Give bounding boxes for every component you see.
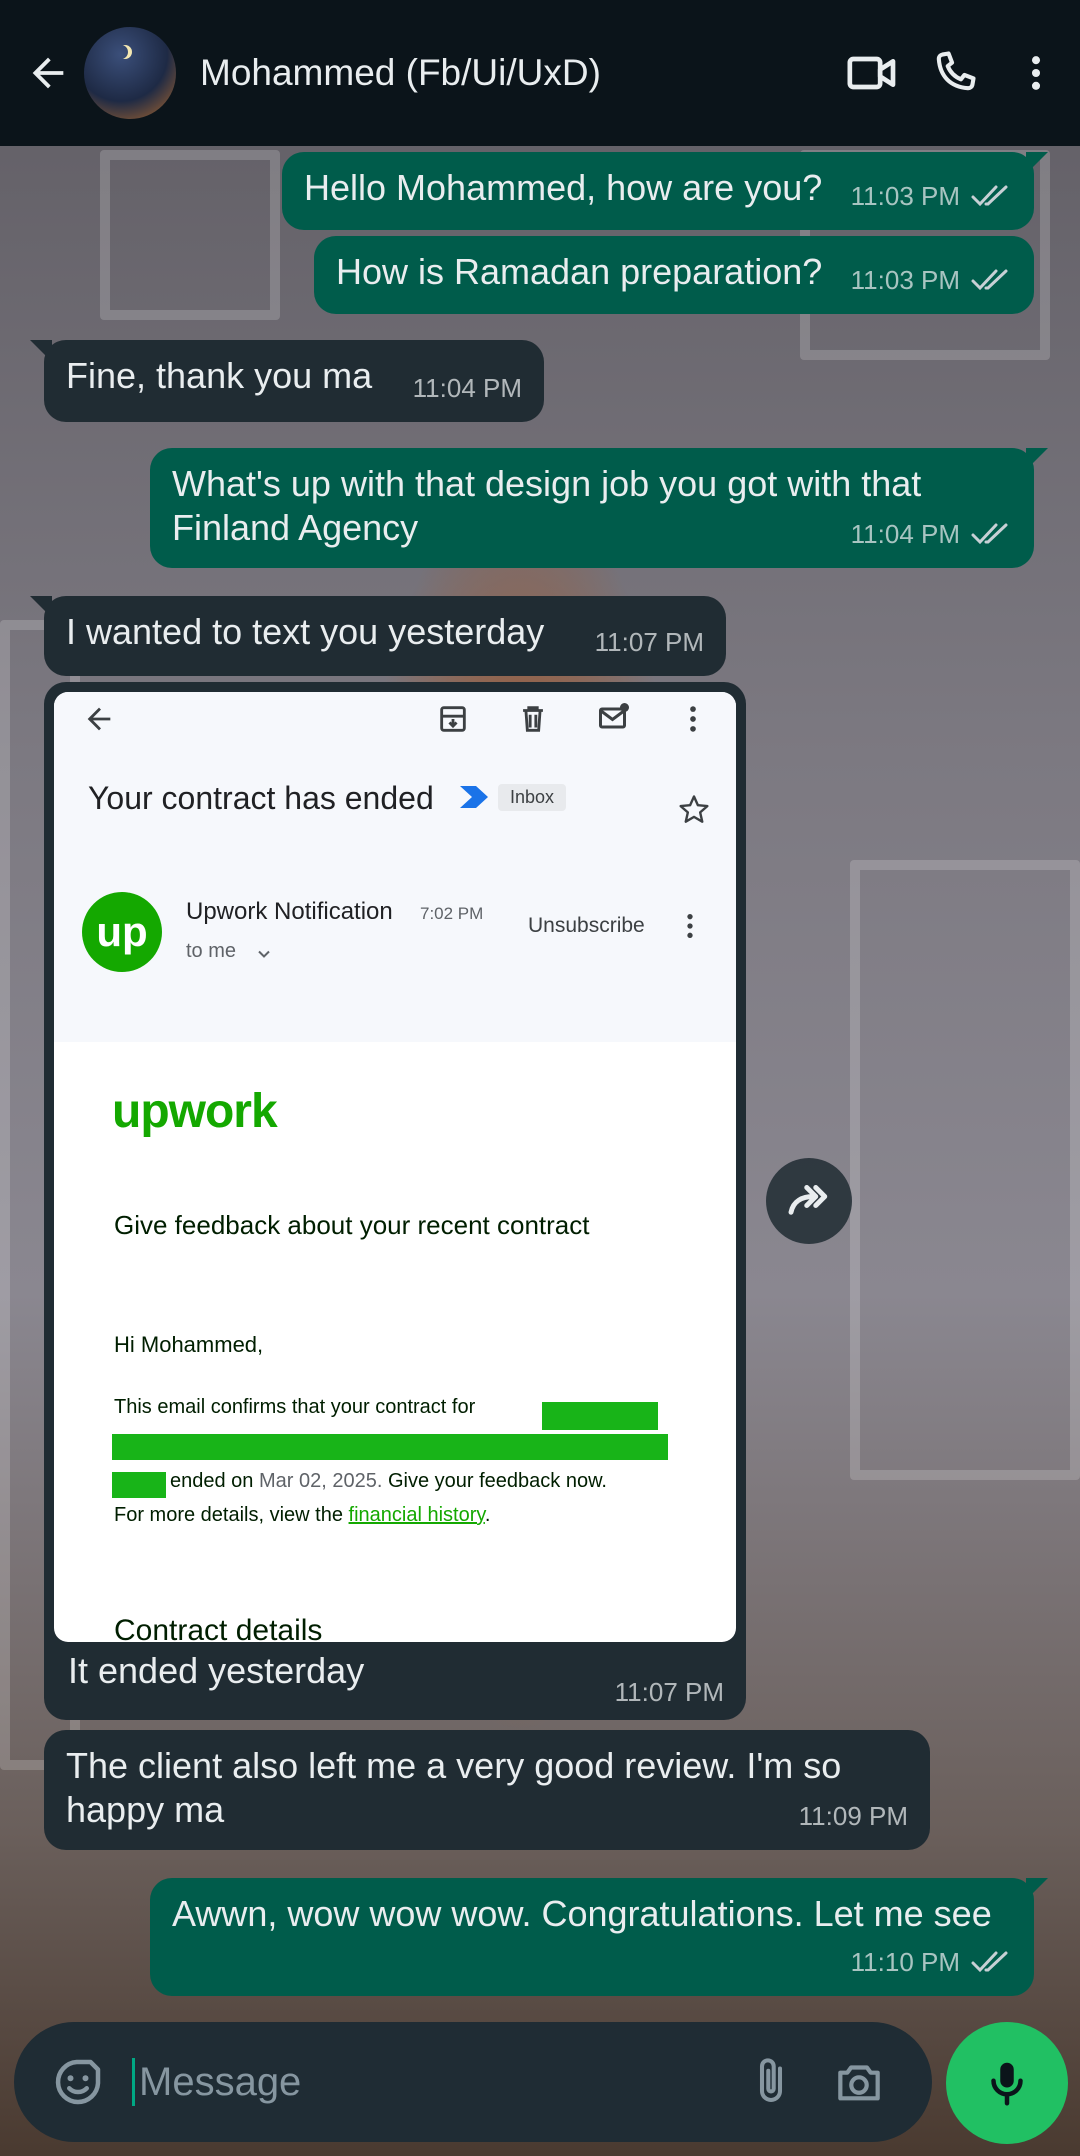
- message-meta: 11:10 PM: [851, 1940, 1012, 1984]
- email-ended-text: ended on: [170, 1470, 254, 1492]
- mark-unread-icon: [599, 703, 629, 729]
- message-text: How is Ramadan preparation?: [336, 251, 823, 292]
- outgoing-message[interactable]: How is Ramadan preparation? 11:03 PM: [314, 236, 1034, 314]
- message-time: 11:10 PM: [850, 1947, 960, 1977]
- email-end-date: Mar 02, 2025.: [258, 1470, 383, 1492]
- microphone-icon: [991, 2062, 1023, 2106]
- outgoing-message[interactable]: What's up with that design job you got w…: [150, 448, 1048, 568]
- message-time: 11:03 PM: [850, 265, 960, 295]
- upwork-logo: upwork: [112, 1085, 278, 1138]
- forward-icon: [788, 1185, 828, 1215]
- chevron-down-icon: [258, 950, 270, 958]
- message-text: I wanted to text you yesterday: [66, 611, 545, 652]
- email-body-line: This email confirms that your contract f…: [114, 1396, 476, 1418]
- forward-button[interactable]: [766, 1158, 852, 1244]
- message-time: 11:07 PM: [614, 1677, 724, 1707]
- image-caption: It ended yesterday: [68, 1650, 365, 1691]
- back-arrow-icon: [32, 57, 64, 89]
- video-call-button[interactable]: [840, 41, 904, 105]
- sticker-emoji-icon: [55, 2059, 101, 2105]
- recipient-line: to me: [186, 940, 237, 962]
- email-body-line: For more details, view the financial his…: [114, 1504, 490, 1527]
- camera-icon: [838, 2065, 880, 2101]
- paperclip-icon: [759, 2058, 783, 2103]
- incoming-message[interactable]: Fine, thank you ma 11:04 PM: [30, 340, 544, 422]
- message-text: Awwn, wow wow wow. Congratulations. Let …: [172, 1893, 992, 1934]
- wall-panel-decoration: [100, 150, 280, 320]
- more-options-button[interactable]: [1004, 41, 1068, 105]
- message-time: 11:04 PM: [850, 519, 960, 549]
- sticker-button[interactable]: [38, 2042, 118, 2122]
- more-vertical-icon: [690, 706, 696, 732]
- email-body-line: ended on Mar 02, 2025. Give your feedbac…: [170, 1470, 607, 1493]
- financial-history-link: financial history: [348, 1504, 485, 1526]
- voice-call-button[interactable]: [922, 41, 986, 105]
- message-meta: 11:04 PM: [413, 366, 522, 410]
- read-ticks-icon: [971, 269, 1008, 291]
- inbox-label: Inbox: [498, 784, 567, 811]
- video-call-icon: [847, 56, 896, 90]
- incoming-message[interactable]: The client also left me a very good revi…: [44, 1730, 930, 1850]
- chat-header: Mohammed (Fb/Ui/UxD): [0, 0, 1080, 146]
- message-meta: 11:09 PM: [799, 1794, 908, 1838]
- text-cursor: [132, 2058, 135, 2106]
- message-text: Hello Mohammed, how are you?: [304, 167, 823, 208]
- star-icon: [679, 795, 709, 823]
- more-vertical-icon: [687, 914, 693, 938]
- contact-avatar[interactable]: [84, 27, 176, 119]
- message-input[interactable]: [139, 2059, 736, 2105]
- email-period: .: [484, 1504, 491, 1526]
- message-text: The client also left me a very good revi…: [66, 1745, 842, 1830]
- message-meta: 11:03 PM: [851, 174, 1012, 218]
- camera-button[interactable]: [824, 2047, 894, 2117]
- email-subject: Your contract has ended: [88, 780, 434, 816]
- wall-panel-decoration: [850, 860, 1080, 1480]
- redaction-mark: [112, 1472, 166, 1498]
- incoming-message[interactable]: I wanted to text you yesterday 11:07 PM: [30, 596, 726, 676]
- read-ticks-icon: [971, 185, 1008, 207]
- message-meta: 11:07 PM: [595, 620, 704, 664]
- email-screenshot-image[interactable]: Your contract has ended Inbox up Upwork …: [54, 692, 736, 1642]
- outgoing-message[interactable]: Hello Mohammed, how are you? 11:03 PM: [282, 152, 1048, 230]
- email-greeting: Hi Mohammed,: [114, 1332, 264, 1357]
- email-details-text: For more details, view the: [114, 1504, 343, 1526]
- more-vertical-icon: [1031, 56, 1041, 90]
- sender-name: Upwork Notification: [186, 898, 393, 925]
- attach-button[interactable]: [736, 2047, 806, 2117]
- message-composer: [14, 2022, 932, 2142]
- message-meta: 11:04 PM: [851, 512, 1012, 556]
- redaction-mark: [112, 1434, 668, 1460]
- message-time: 11:04 PM: [412, 373, 522, 403]
- message-meta: 11:03 PM: [851, 258, 1012, 302]
- voice-message-button[interactable]: [946, 2022, 1068, 2144]
- voice-call-icon: [936, 51, 976, 91]
- importance-marker-icon: [460, 786, 488, 808]
- message-text: Fine, thank you ma: [66, 355, 373, 396]
- sender-avatar: up: [82, 892, 162, 972]
- archive-icon: [440, 706, 466, 732]
- redaction-mark: [542, 1402, 658, 1430]
- back-arrow-icon: [87, 707, 111, 731]
- image-message[interactable]: Your contract has ended Inbox up Upwork …: [44, 682, 746, 1720]
- message-time: 11:03 PM: [850, 181, 960, 211]
- email-heading: Give feedback about your recent contract: [114, 1210, 590, 1240]
- message-time: 11:09 PM: [798, 1801, 908, 1831]
- message-text: What's up with that design job you got w…: [172, 463, 922, 548]
- sent-time: 7:02 PM: [420, 904, 484, 923]
- email-feedback-text: Give your feedback now.: [387, 1470, 607, 1492]
- read-ticks-icon: [971, 1951, 1008, 1973]
- unsubscribe-link: Unsubscribe: [528, 914, 645, 937]
- outgoing-message[interactable]: Awwn, wow wow wow. Congratulations. Let …: [150, 1878, 1048, 1996]
- message-meta: 11:07 PM: [615, 1677, 724, 1708]
- message-time: 11:07 PM: [594, 627, 704, 657]
- delete-icon: [523, 706, 543, 732]
- contract-details-heading: Contract details: [114, 1614, 323, 1642]
- back-button[interactable]: [16, 41, 80, 105]
- email-header-area: [54, 692, 736, 1042]
- contact-name[interactable]: Mohammed (Fb/Ui/UxD): [200, 52, 840, 94]
- read-ticks-icon: [971, 523, 1008, 545]
